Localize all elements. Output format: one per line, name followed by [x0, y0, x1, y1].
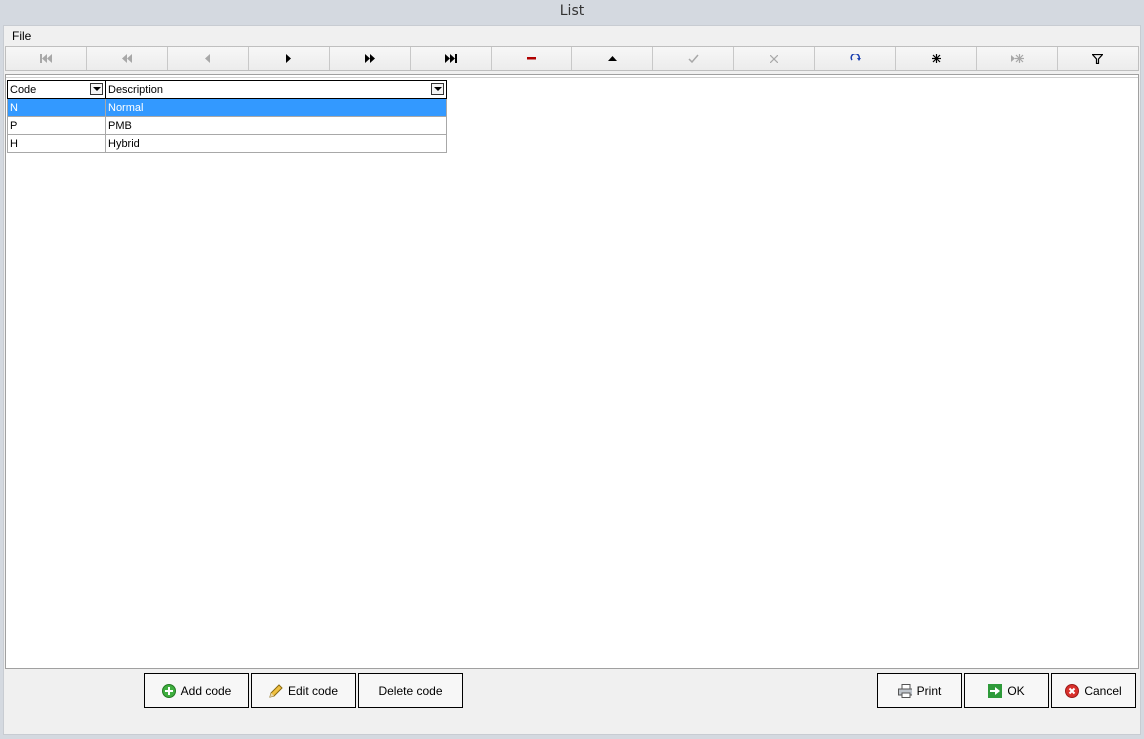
ok-label: OK: [1007, 683, 1025, 698]
cell-code[interactable]: H: [7, 134, 106, 153]
edit-code-button[interactable]: Edit code: [251, 673, 356, 708]
menu-bar: File: [4, 26, 1140, 46]
cell-description[interactable]: PMB: [105, 116, 447, 135]
navigator-toolbar: [5, 46, 1139, 71]
cell-code[interactable]: P: [7, 116, 106, 135]
cell-code[interactable]: N: [7, 98, 106, 117]
edit-record-icon[interactable]: [572, 47, 654, 70]
table-row[interactable]: H Hybrid: [7, 134, 447, 153]
grid-divider: [6, 77, 1138, 78]
list-window: File Code Description N Normal P PMB H H…: [3, 25, 1141, 735]
next-page-icon[interactable]: [329, 47, 411, 70]
filter-icon[interactable]: [1057, 47, 1138, 70]
data-grid-area: Code Description N Normal P PMB H Hybrid: [5, 74, 1139, 669]
column-dropdown-icon[interactable]: [431, 83, 444, 95]
cancel-label: Cancel: [1084, 683, 1122, 698]
menu-file[interactable]: File: [8, 29, 35, 43]
add-code-button[interactable]: Add code: [144, 673, 249, 708]
grid-header-row: Code Description: [7, 80, 447, 99]
table-row[interactable]: N Normal: [7, 98, 447, 117]
prior-page-icon[interactable]: [86, 47, 168, 70]
next-record-icon[interactable]: [248, 47, 330, 70]
column-header-label: Description: [108, 83, 164, 96]
add-code-label: Add code: [180, 683, 232, 698]
append-record-icon[interactable]: [977, 47, 1058, 70]
data-grid: Code Description N Normal P PMB H Hybrid: [7, 80, 447, 153]
printer-icon: [897, 683, 912, 698]
table-row[interactable]: P PMB: [7, 116, 447, 135]
column-header-code[interactable]: Code: [7, 80, 106, 99]
delete-record-icon[interactable]: [491, 47, 573, 70]
cancel-edit-icon[interactable]: [734, 47, 816, 70]
column-header-label: Code: [10, 83, 37, 96]
column-dropdown-icon[interactable]: [90, 83, 103, 95]
edit-code-label: Edit code: [287, 683, 339, 698]
cell-description[interactable]: Normal: [105, 98, 447, 117]
add-icon: [161, 683, 176, 698]
pencil-icon: [269, 683, 283, 698]
first-record-icon[interactable]: [6, 47, 87, 70]
column-header-description[interactable]: Description: [105, 80, 447, 99]
cancel-icon: [1065, 683, 1080, 698]
enter-arrow-icon: [988, 683, 1003, 698]
last-record-icon[interactable]: [410, 47, 492, 70]
delete-code-label: Delete code: [378, 683, 443, 698]
delete-code-button[interactable]: Delete code: [358, 673, 463, 708]
ok-button[interactable]: OK: [964, 673, 1049, 708]
post-icon[interactable]: [653, 47, 735, 70]
refresh-icon[interactable]: [815, 47, 897, 70]
cell-description[interactable]: Hybrid: [105, 134, 447, 153]
cancel-button[interactable]: Cancel: [1051, 673, 1136, 708]
prior-record-icon[interactable]: [167, 47, 249, 70]
window-title: List: [0, 0, 1144, 25]
insert-record-icon[interactable]: [896, 47, 978, 70]
print-button[interactable]: Print: [877, 673, 962, 708]
print-label: Print: [916, 683, 942, 698]
